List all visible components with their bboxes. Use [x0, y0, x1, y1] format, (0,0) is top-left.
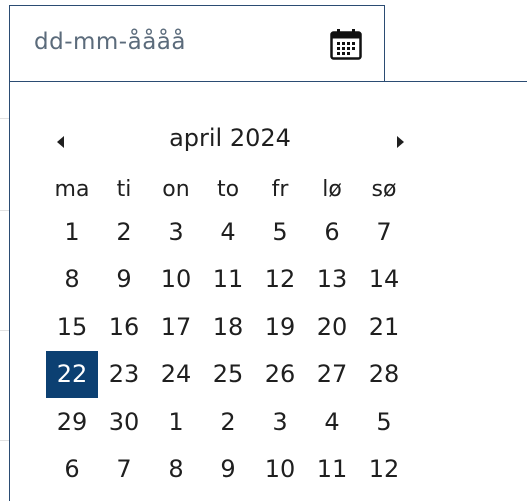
day-cell[interactable]: 26: [254, 351, 306, 399]
weekday-header-row: ma ti on to fr lø sø: [46, 170, 410, 208]
day-cell-next-month[interactable]: 12: [358, 446, 410, 494]
weekday-label: lø: [322, 176, 342, 202]
day-cell[interactable]: 10: [150, 256, 202, 304]
weekday-label: ti: [116, 176, 132, 202]
day-cell-next-month[interactable]: 1: [150, 398, 202, 446]
day-cell[interactable]: 19: [254, 303, 306, 351]
day-cell-next-month[interactable]: 4: [306, 398, 358, 446]
calendar-icon[interactable]: [329, 27, 363, 61]
day-cell-next-month[interactable]: 5: [358, 398, 410, 446]
day-cell[interactable]: 25: [202, 351, 254, 399]
day-cell[interactable]: 8: [46, 256, 98, 304]
day-cell[interactable]: 11: [202, 256, 254, 304]
day-cell-next-month[interactable]: 11: [306, 446, 358, 494]
day-cell[interactable]: 21: [358, 303, 410, 351]
week-row: 22 23 24 25 26 27 28: [46, 350, 410, 399]
calendar-grid: ma ti on to fr lø sø 1 2 3 4 5 6 7 8 9 1…: [46, 170, 410, 493]
day-cell[interactable]: 13: [306, 256, 358, 304]
previous-month-button[interactable]: [50, 130, 70, 154]
date-input[interactable]: dd-mm-åååå: [9, 5, 385, 81]
day-cell[interactable]: 6: [306, 208, 358, 256]
day-cell[interactable]: 23: [98, 351, 150, 399]
triangle-left-icon: [56, 136, 64, 148]
week-row: 6 7 8 9 10 11 12: [46, 446, 410, 494]
day-cell-next-month[interactable]: 7: [98, 446, 150, 494]
day-cell[interactable]: 5: [254, 208, 306, 256]
day-cell-next-month[interactable]: 2: [202, 398, 254, 446]
date-input-placeholder: dd-mm-åååå: [34, 29, 186, 55]
day-cell[interactable]: 29: [46, 398, 98, 446]
day-cell[interactable]: 30: [98, 398, 150, 446]
weekday-label: on: [162, 176, 190, 202]
day-cell-next-month[interactable]: 9: [202, 446, 254, 494]
day-cell[interactable]: 7: [358, 208, 410, 256]
day-cell[interactable]: 4: [202, 208, 254, 256]
day-cell-next-month[interactable]: 6: [46, 446, 98, 494]
day-cell[interactable]: 20: [306, 303, 358, 351]
day-cell[interactable]: 2: [98, 208, 150, 256]
triangle-right-icon: [396, 136, 404, 148]
weekday-label: ma: [54, 176, 90, 202]
day-cell[interactable]: 9: [98, 256, 150, 304]
day-cell[interactable]: 28: [358, 351, 410, 399]
day-cell[interactable]: 16: [98, 303, 150, 351]
day-cell[interactable]: 24: [150, 351, 202, 399]
next-month-button[interactable]: [390, 130, 410, 154]
weekday-label: to: [216, 176, 240, 202]
day-cell[interactable]: 15: [46, 303, 98, 351]
day-cell[interactable]: 12: [254, 256, 306, 304]
day-cell[interactable]: 14: [358, 256, 410, 304]
week-row: 1 2 3 4 5 6 7: [46, 208, 410, 256]
day-cell-next-month[interactable]: 3: [254, 398, 306, 446]
week-row: 8 9 10 11 12 13 14: [46, 256, 410, 304]
week-row: 29 30 1 2 3 4 5: [46, 398, 410, 446]
day-cell-next-month[interactable]: 8: [150, 446, 202, 494]
month-title: april 2024: [169, 124, 291, 152]
selected-day-cell[interactable]: 22: [46, 350, 98, 398]
day-cell[interactable]: 18: [202, 303, 254, 351]
day-cell[interactable]: 1: [46, 208, 98, 256]
day-cell[interactable]: 17: [150, 303, 202, 351]
weekday-label: sø: [371, 176, 397, 202]
day-cell[interactable]: 3: [150, 208, 202, 256]
week-row: 15 16 17 18 19 20 21: [46, 303, 410, 351]
day-cell[interactable]: 27: [306, 351, 358, 399]
weekday-label: fr: [271, 176, 289, 202]
day-cell-next-month[interactable]: 10: [254, 446, 306, 494]
